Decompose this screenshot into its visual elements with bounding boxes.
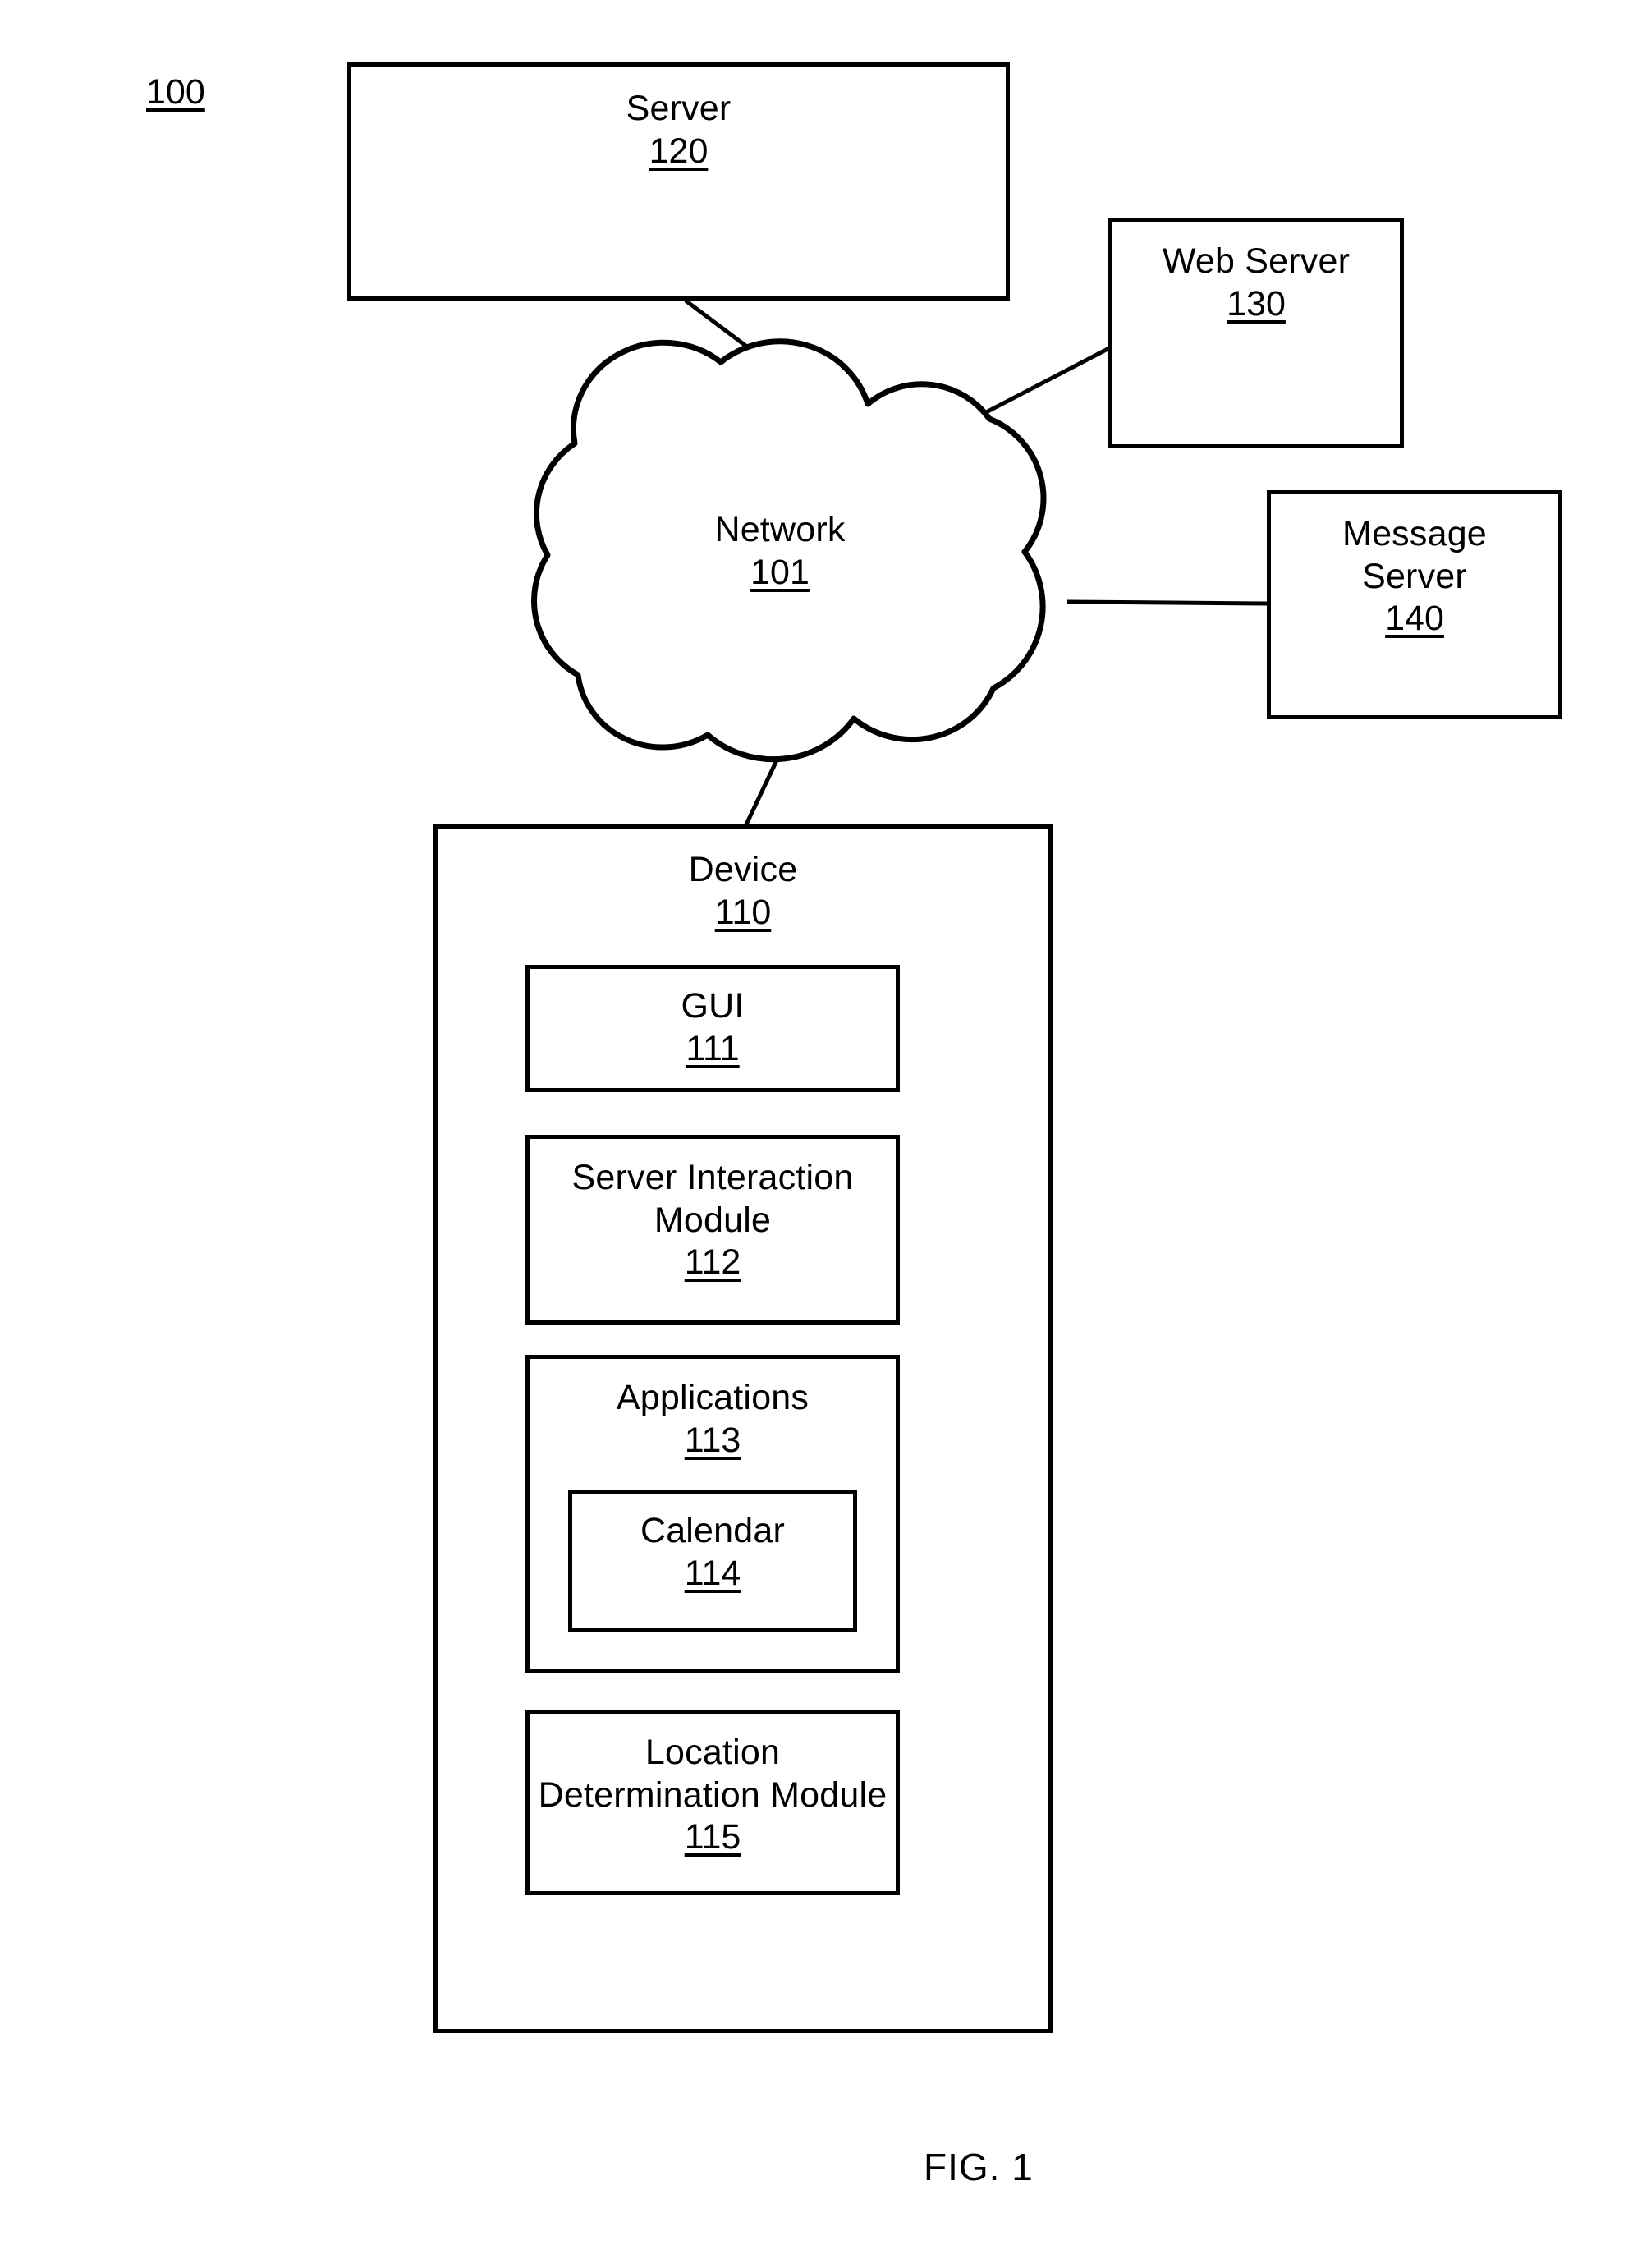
gui-title: GUI (681, 986, 745, 1026)
server-interaction-module-reference: 112 (684, 1242, 741, 1283)
message-server-reference: 140 (1385, 599, 1444, 639)
server-interaction-module-node: Server Interaction Module 112 (525, 1135, 900, 1325)
location-determination-module-title: Location Determination Module (538, 1733, 888, 1815)
web-server-title: Web Server (1162, 241, 1351, 281)
gui-node: GUI 111 (525, 965, 900, 1092)
web-server-reference: 130 (1227, 283, 1286, 324)
device-reference: 110 (714, 892, 772, 932)
server-interaction-module-title: Server Interaction Module (571, 1158, 854, 1240)
applications-title: Applications (616, 1378, 810, 1417)
calendar-node: Calendar 114 (568, 1490, 857, 1632)
figure-caption: FIG. 1 (924, 2146, 1034, 2188)
figure-canvas: 100 Server 120 Web Server 130 Message Se… (0, 0, 1642, 2268)
server-node: Server 120 (347, 62, 1010, 301)
web-server-node: Web Server 130 (1108, 218, 1404, 448)
message-server-title: Message Server (1342, 514, 1487, 596)
location-determination-module-node: Location Determination Module 115 (525, 1710, 900, 1895)
connector-network-to-device (743, 740, 788, 828)
network-title: Network (714, 510, 846, 549)
system-reference-label: 100 (146, 72, 205, 112)
network-reference: 101 (750, 552, 810, 592)
server-reference: 120 (649, 131, 709, 171)
message-server-node: Message Server 140 (1267, 490, 1562, 719)
connector-server-to-network (684, 299, 792, 381)
gui-reference: 111 (686, 1028, 740, 1068)
calendar-reference: 114 (684, 1553, 741, 1593)
connector-web-server-to-network (969, 346, 1111, 423)
calendar-title: Calendar (640, 1511, 786, 1550)
connector-message-server-to-network (1066, 599, 1268, 606)
location-determination-module-reference: 115 (684, 1817, 741, 1857)
network-cloud-shape (531, 338, 1047, 763)
server-title: Server (626, 89, 732, 128)
device-title: Device (688, 850, 798, 889)
applications-reference: 113 (684, 1420, 741, 1460)
network-node: Network 101 (493, 509, 1067, 594)
